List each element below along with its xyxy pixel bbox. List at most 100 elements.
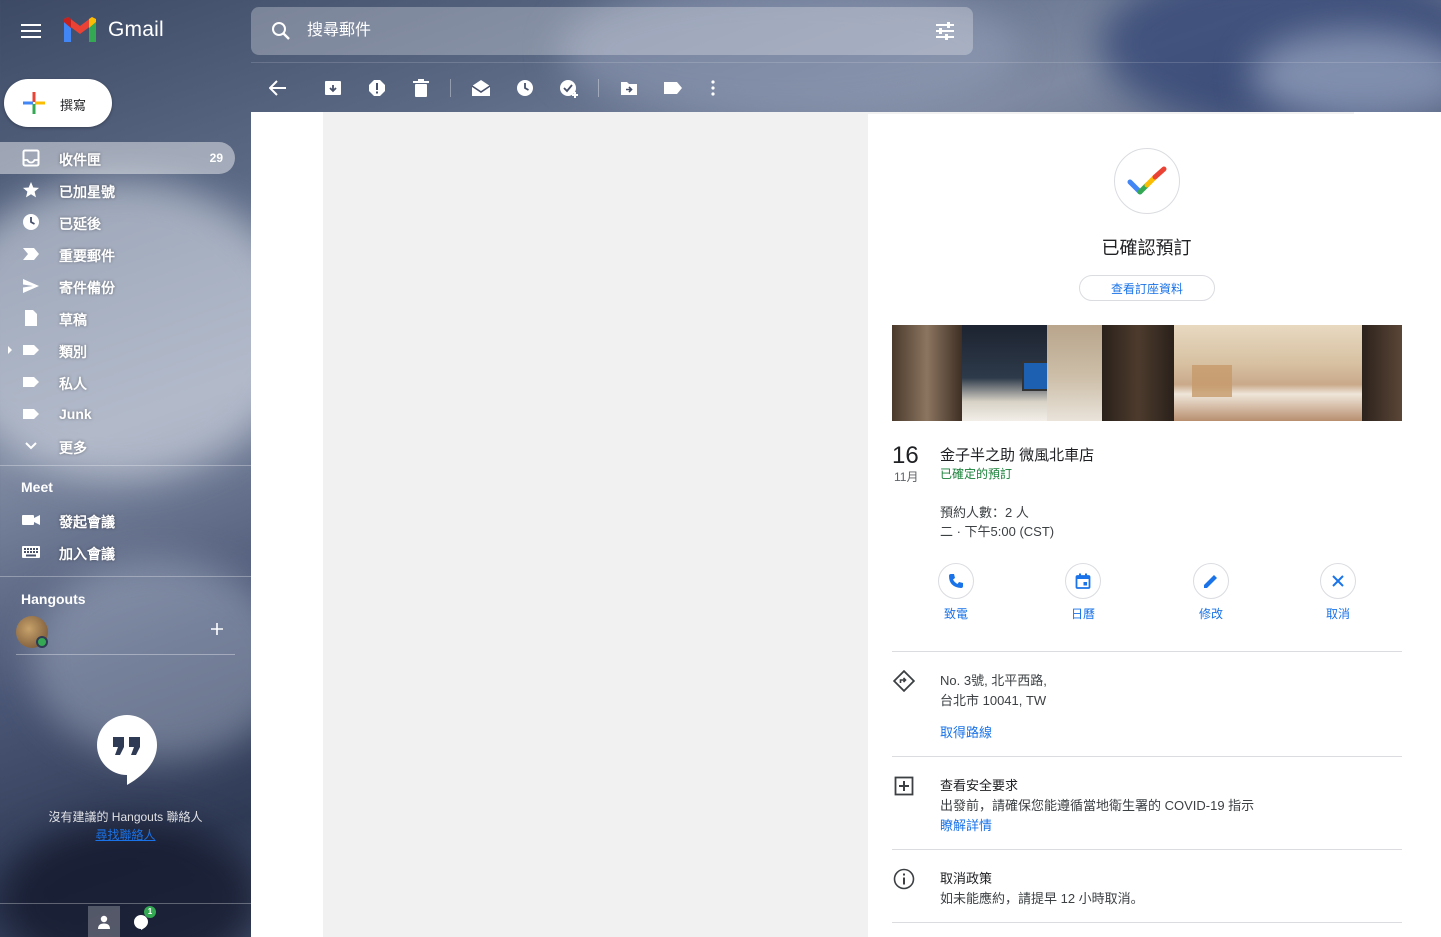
- snooze-button[interactable]: [513, 76, 537, 100]
- no-contacts-text: 沒有建議的 Hangouts 聯絡人: [48, 810, 203, 824]
- view-reservation-button[interactable]: 查看訂座資料: [1079, 275, 1215, 301]
- compose-button[interactable]: 撰寫: [4, 79, 112, 127]
- cancel-label: 取消: [1325, 607, 1350, 621]
- restaurant-photo: [892, 325, 1402, 421]
- online-status-dot: [36, 636, 48, 648]
- address-line-1: No. 3號, 北平西路,: [940, 673, 1047, 688]
- new-meeting-label: 發起會議: [59, 514, 115, 530]
- sidebar-item-label: 類別: [59, 344, 87, 360]
- search-input[interactable]: [307, 7, 907, 55]
- reservation-status: 已確定的預訂: [940, 467, 1013, 481]
- sidebar-item-label: 重要郵件: [59, 248, 115, 264]
- join-meeting-label: 加入會議: [59, 546, 115, 562]
- message-toolbar: [251, 62, 1441, 112]
- archive-button[interactable]: [321, 76, 345, 100]
- get-directions-link[interactable]: 取得路線: [940, 722, 992, 741]
- sidebar-item-label: 收件匣: [59, 152, 101, 168]
- delete-button[interactable]: [409, 76, 433, 100]
- sidebar-item-more[interactable]: 更多: [0, 430, 235, 462]
- call-label: 致電: [943, 607, 968, 621]
- sidebar-item-personal[interactable]: 私人: [0, 366, 235, 398]
- learn-more-link[interactable]: 瞭解詳情: [940, 815, 992, 834]
- cancel-action[interactable]: 取消: [1308, 563, 1368, 622]
- move-to-button[interactable]: [617, 76, 641, 100]
- clock-icon: [22, 213, 40, 231]
- safety-text: 出發前，請確保您能遵循當地衛生署的 COVID-19 指示: [940, 798, 1255, 813]
- sidebar-item-snoozed[interactable]: 已延後: [0, 206, 235, 238]
- search-options-icon[interactable]: [933, 19, 957, 43]
- app-name: Gmail: [108, 18, 164, 41]
- sidebar-item-label: 已延後: [59, 216, 101, 232]
- contacts-tab[interactable]: [88, 906, 120, 937]
- archive-icon: [325, 81, 341, 95]
- main-menu-button[interactable]: [12, 12, 50, 50]
- cancellation-policy-text: 如未能應約，請提早 12 小時取消。: [940, 891, 1144, 906]
- video-camera-icon: [22, 511, 40, 529]
- calendar-action[interactable]: 日曆: [1053, 563, 1113, 622]
- important-icon: [22, 245, 40, 263]
- hangouts-title: Hangouts: [21, 591, 86, 607]
- call-action[interactable]: 致電: [926, 563, 986, 622]
- new-conversation-button[interactable]: [210, 622, 228, 640]
- snooze-icon: [517, 80, 533, 96]
- modify-label: 修改: [1198, 607, 1223, 621]
- labels-button[interactable]: [661, 76, 685, 100]
- directions-icon: [892, 669, 916, 693]
- search-icon[interactable]: [269, 19, 293, 43]
- report-spam-icon: [369, 80, 385, 96]
- gmail-logo[interactable]: Gmail: [62, 16, 164, 44]
- find-contacts-link[interactable]: 尋找聯絡人: [0, 826, 251, 843]
- add-task-icon: [560, 80, 578, 98]
- inbox-icon: [22, 149, 40, 167]
- sidebar-item-starred[interactable]: 已加星號: [0, 174, 235, 206]
- sidebar-item-label: 更多: [59, 440, 87, 456]
- reading-pane: 已確認預訂 查看訂座資料 16 11月 金子半之助 微風北車店 已確定的預訂 預…: [251, 112, 1441, 937]
- join-meeting-item[interactable]: 加入會議: [0, 536, 235, 568]
- draft-icon: [22, 309, 40, 327]
- gmail-m-icon: [64, 17, 96, 42]
- check-icon: [1127, 166, 1167, 195]
- label-icon: [22, 405, 40, 423]
- move-to-icon: [621, 82, 637, 95]
- sidebar-item-sent[interactable]: 寄件備份: [0, 270, 235, 302]
- sidebar-item-junk[interactable]: Junk: [0, 398, 235, 430]
- modify-action[interactable]: 修改: [1181, 563, 1241, 622]
- label-icon: [22, 373, 40, 391]
- more-button[interactable]: [701, 76, 725, 100]
- more-vert-icon: [711, 80, 715, 96]
- restaurant-name: 金子半之助 微風北車店: [940, 447, 1095, 464]
- report-spam-button[interactable]: [365, 76, 389, 100]
- sidebar-item-inbox[interactable]: 收件匣 29: [0, 142, 235, 174]
- add-task-button[interactable]: [557, 76, 581, 100]
- confirmed-check-badge: [1114, 148, 1180, 214]
- unread-badge: 1: [144, 906, 156, 918]
- star-icon: [22, 181, 40, 199]
- hangouts-quote-icon: [96, 714, 158, 786]
- sidebar-item-drafts[interactable]: 草稿: [0, 302, 235, 334]
- plus-icon: [211, 623, 223, 635]
- hamburger-icon: [21, 24, 41, 38]
- sidebar-item-label: 私人: [59, 376, 87, 392]
- new-meeting-item[interactable]: 發起會議: [0, 504, 235, 536]
- sidebar-item-important[interactable]: 重要郵件: [0, 238, 235, 270]
- delete-icon: [413, 79, 429, 97]
- top-bar: Gmail: [0, 0, 1441, 62]
- search-bar: [251, 7, 973, 55]
- medical-plus-icon: [892, 774, 916, 798]
- chevron-down-icon: [22, 437, 40, 455]
- info-icon: [892, 867, 916, 891]
- party-size: 預約人數：2 人: [940, 505, 1029, 520]
- mark-unread-button[interactable]: [469, 76, 493, 100]
- close-icon: [1332, 575, 1344, 587]
- back-arrow-icon: [269, 80, 286, 96]
- reservation-card: 已確認預訂 查看訂座資料 16 11月 金子半之助 微風北車店 已確定的預訂 預…: [868, 114, 1425, 937]
- phone-icon: [949, 574, 963, 588]
- edit-icon: [1204, 575, 1217, 588]
- sidebar-item-categories[interactable]: 類別: [0, 334, 235, 366]
- expand-caret-icon[interactable]: [8, 346, 12, 354]
- mark-unread-icon: [471, 80, 491, 96]
- safety-title: 查看安全要求: [940, 778, 1019, 793]
- back-button[interactable]: [266, 76, 290, 100]
- label-icon: [22, 341, 40, 359]
- reservation-month: 11月: [894, 470, 919, 484]
